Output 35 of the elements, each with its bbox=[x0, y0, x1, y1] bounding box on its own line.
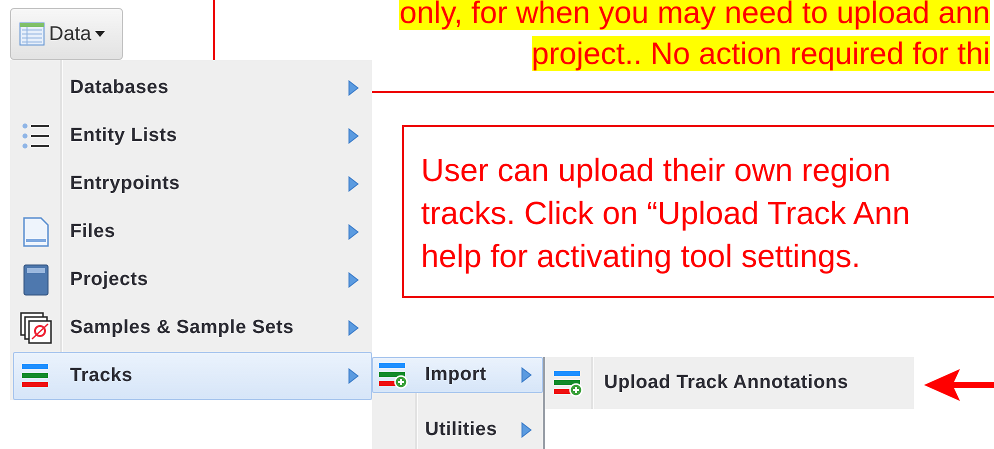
submenu-arrow-icon bbox=[348, 224, 359, 240]
table-icon bbox=[19, 21, 45, 47]
tracks-icon bbox=[21, 362, 51, 390]
menu-item[interactable]: Files bbox=[13, 208, 372, 256]
callout-text: only, for when you may need to upload ann bbox=[399, 0, 990, 30]
list-icon bbox=[22, 123, 50, 149]
tracks-add-icon bbox=[378, 361, 408, 389]
callout-text: tracks. Click on “Upload Track Ann bbox=[421, 195, 910, 231]
submenu-arrow-icon bbox=[348, 176, 359, 192]
menu-item[interactable]: Samples & Sample Sets bbox=[13, 304, 372, 352]
menu-item[interactable]: Entity Lists bbox=[13, 112, 372, 160]
samples-icon bbox=[20, 312, 52, 344]
pointer-arrow bbox=[924, 367, 994, 403]
menu-item[interactable]: Projects bbox=[13, 256, 372, 304]
tracks-add-icon bbox=[553, 369, 583, 397]
submenu-arrow-icon bbox=[348, 320, 359, 336]
menu-item[interactable]: Utilities bbox=[372, 412, 543, 448]
submenu-arrow-icon bbox=[348, 80, 359, 96]
menu-item[interactable]: Import bbox=[372, 357, 543, 393]
submenu-arrow-icon bbox=[348, 128, 359, 144]
submenu-arrow-icon bbox=[348, 368, 359, 384]
submenu-arrow-icon bbox=[521, 367, 532, 383]
menu-item[interactable]: Tracks bbox=[13, 352, 372, 400]
file-icon bbox=[22, 216, 50, 248]
menu-item[interactable]: Databases bbox=[13, 64, 372, 112]
caret-icon bbox=[95, 31, 106, 37]
menu-item[interactable]: Upload Track Annotations bbox=[545, 357, 914, 409]
data-menu-button[interactable]: Data bbox=[10, 8, 123, 60]
callout-text: User can upload their own region bbox=[421, 152, 891, 188]
submenu-arrow-icon bbox=[521, 422, 532, 438]
book-icon bbox=[23, 264, 49, 296]
callout-text: help for activating tool settings. bbox=[421, 238, 860, 274]
submenu-arrow-icon bbox=[348, 272, 359, 288]
callout-text: project.. No action required for thi bbox=[532, 36, 990, 71]
menu-item[interactable]: Entrypoints bbox=[13, 160, 372, 208]
